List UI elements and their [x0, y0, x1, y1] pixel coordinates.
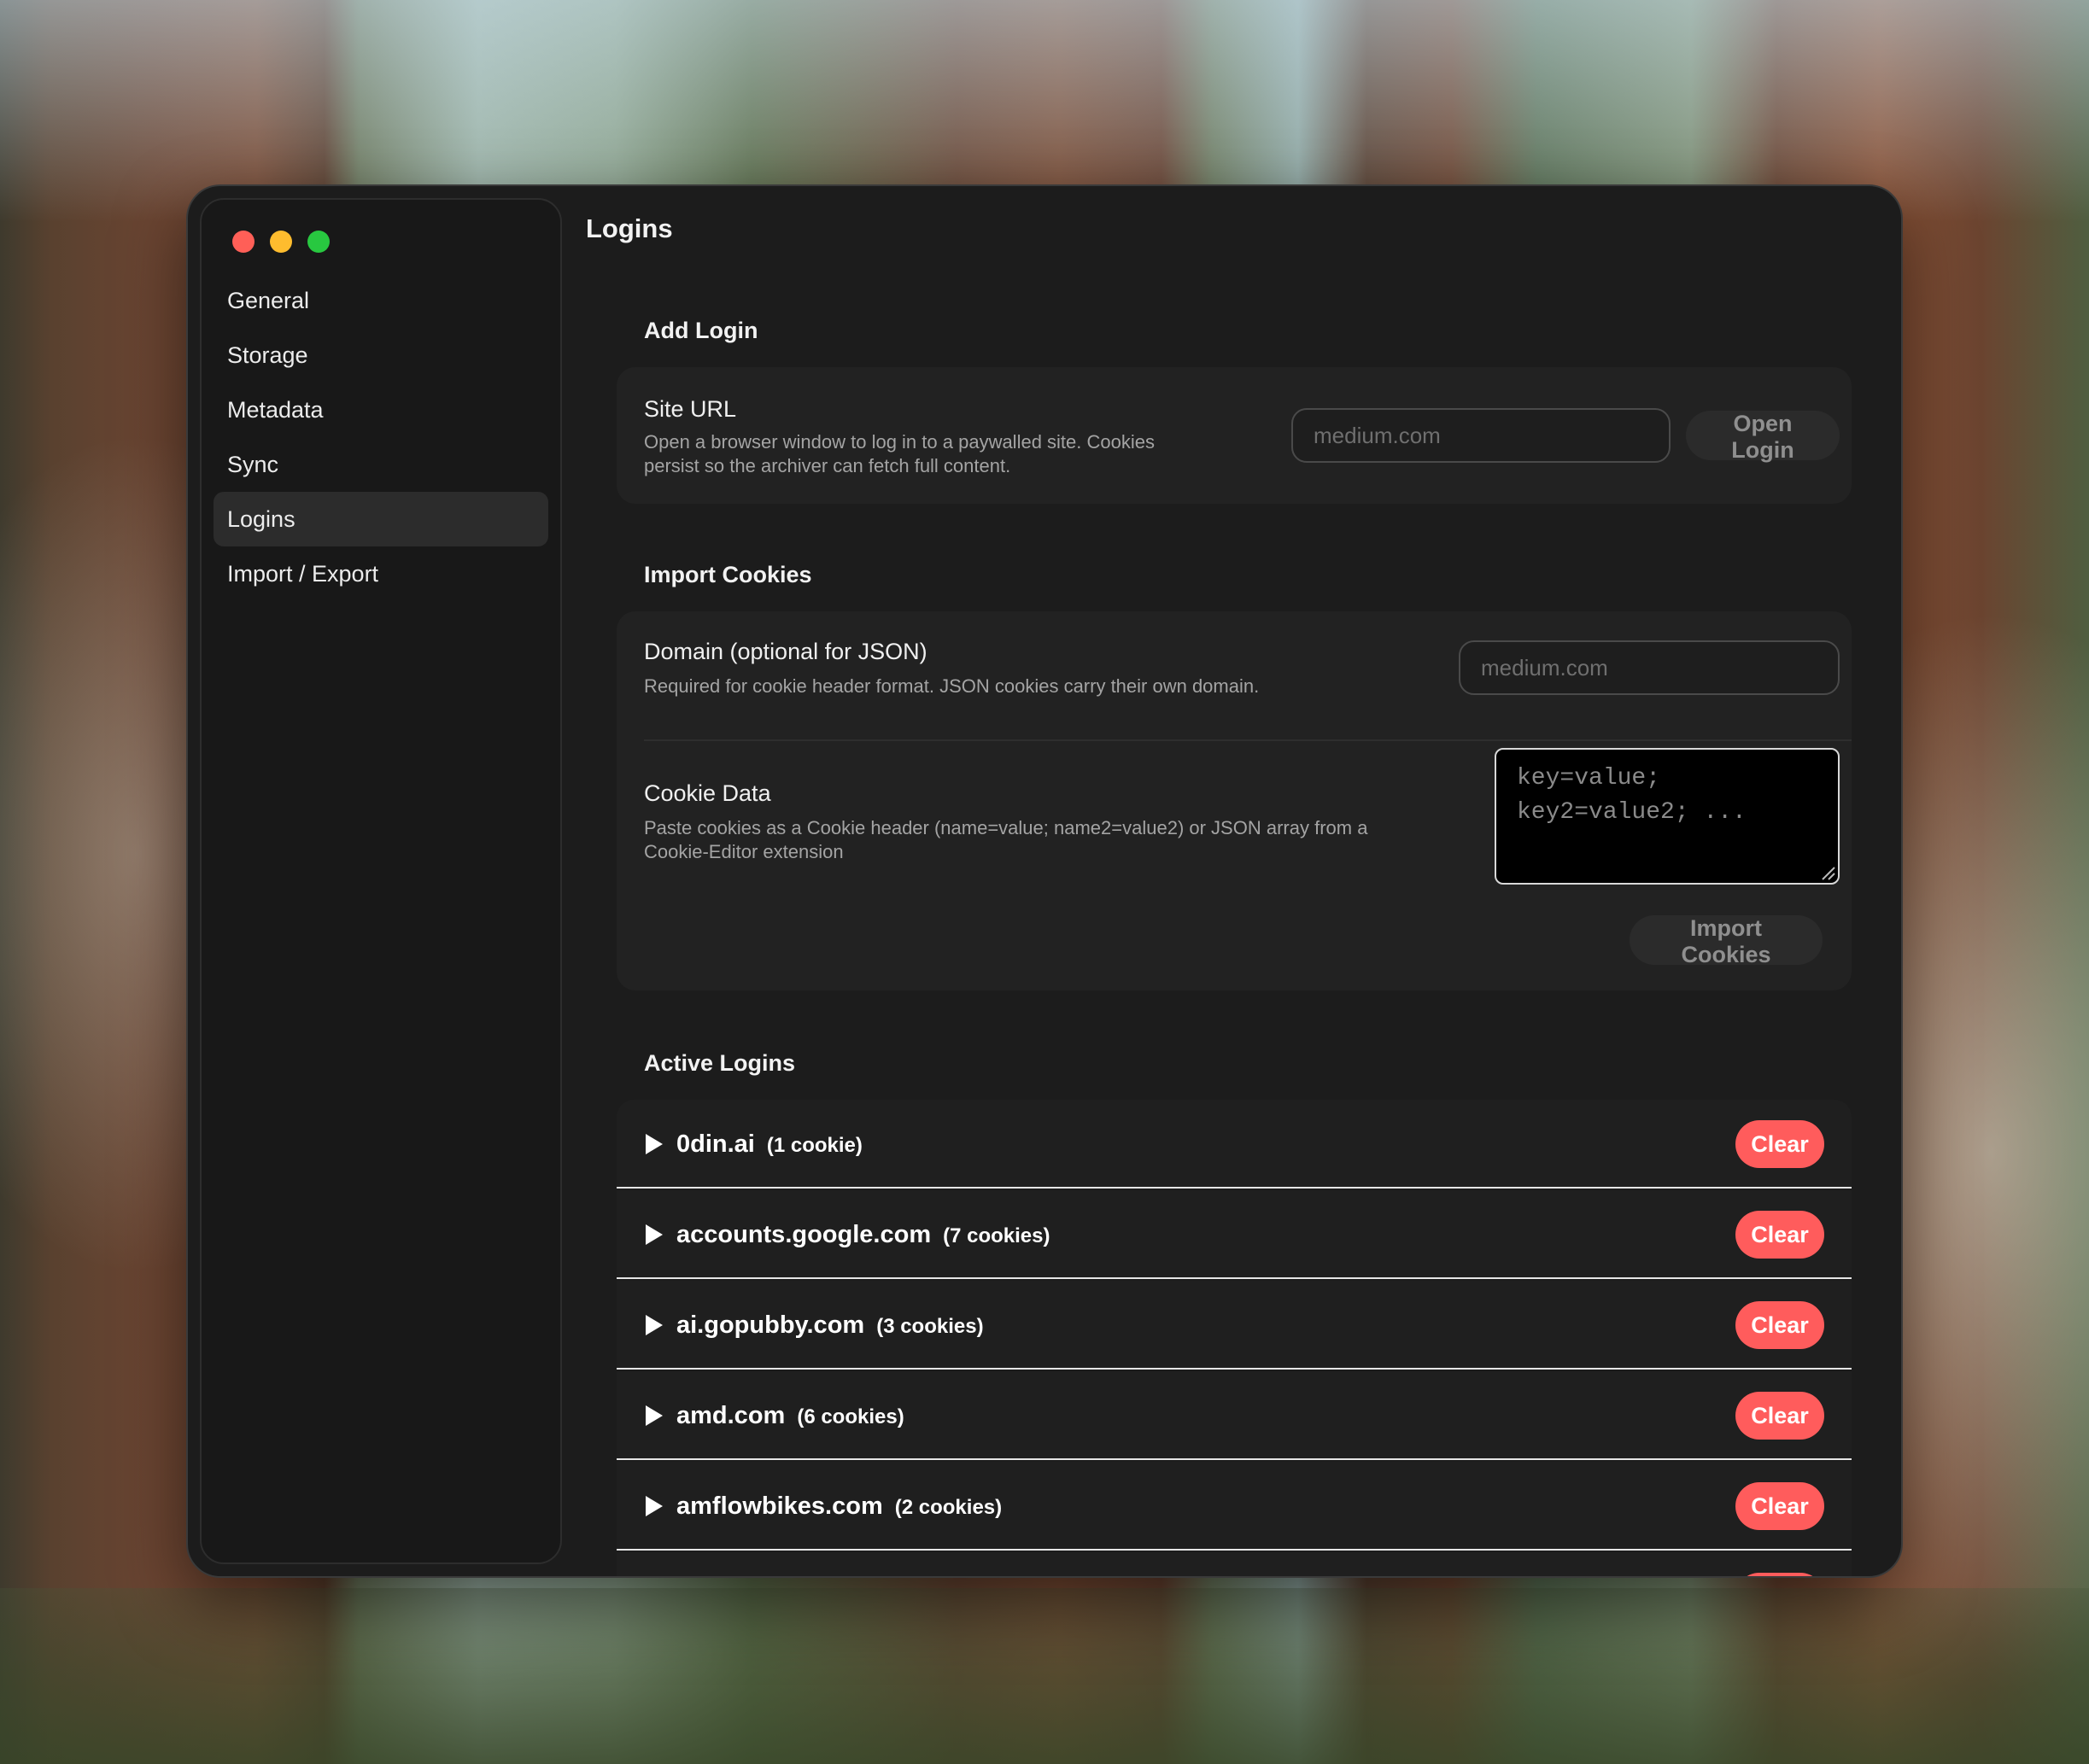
settings-window: General Storage Metadata Sync Logins Imp… — [186, 184, 1903, 1578]
clear-login-button[interactable]: Clear — [1735, 1392, 1824, 1440]
sidebar-item-logins[interactable]: Logins — [214, 492, 548, 546]
sidebar-item-storage[interactable]: Storage — [214, 328, 548, 383]
clear-login-button[interactable] — [1735, 1573, 1824, 1576]
active-logins-heading: Active Logins — [644, 1050, 796, 1076]
sidebar-nav: General Storage Metadata Sync Logins Imp… — [214, 273, 548, 601]
cookie-count: (2 cookies) — [894, 1496, 1003, 1519]
login-row[interactable]: 0din.ai (1 cookie) Clear — [617, 1100, 1852, 1189]
add-login-heading: Add Login — [644, 318, 758, 343]
login-row[interactable]: amd.com (6 cookies) Clear — [617, 1371, 1852, 1460]
cookie-data-textarea[interactable] — [1495, 748, 1840, 885]
domain-description: Required for cookie header format. JSON … — [644, 675, 1260, 697]
zoom-window-button[interactable] — [307, 231, 330, 253]
site-url-description-line-2: persist so the archiver can fetch full c… — [644, 455, 1011, 476]
login-domain-wrap: 0din.ai (1 cookie) — [676, 1130, 863, 1159]
disclosure-triangle-icon[interactable] — [646, 1496, 663, 1516]
disclosure-triangle-icon[interactable] — [646, 1405, 663, 1426]
cookie-count: (1 cookie) — [766, 1134, 863, 1157]
login-domain: accounts.google.com — [676, 1221, 932, 1248]
login-domain-wrap: ai.gopubby.com (3 cookies) — [676, 1311, 984, 1340]
add-login-card: Site URL Open a browser window to log in… — [617, 367, 1852, 504]
clear-login-button[interactable]: Clear — [1735, 1301, 1824, 1349]
card-divider — [644, 739, 1852, 741]
clear-login-button[interactable]: Clear — [1735, 1211, 1824, 1259]
clear-login-button[interactable]: Clear — [1735, 1120, 1824, 1168]
cookie-count: (7 cookies) — [943, 1224, 1050, 1247]
sidebar-item-sync[interactable]: Sync — [214, 437, 548, 492]
sidebar-item-general[interactable]: General — [214, 273, 548, 328]
import-cookies-card: Domain (optional for JSON) Required for … — [617, 611, 1852, 990]
resize-grip-icon[interactable] — [1819, 864, 1836, 881]
disclosure-triangle-icon[interactable] — [646, 1224, 663, 1245]
login-domain: 0din.ai — [676, 1130, 755, 1158]
close-window-button[interactable] — [232, 231, 255, 253]
import-cookies-heading: Import Cookies — [644, 562, 812, 587]
login-row[interactable]: amflowbikes.com (2 cookies) Clear — [617, 1462, 1852, 1551]
cookie-data-label: Cookie Data — [644, 780, 771, 806]
sidebar: General Storage Metadata Sync Logins Imp… — [200, 198, 562, 1564]
clear-login-button[interactable]: Clear — [1735, 1482, 1824, 1530]
login-domain: ai.gopubby.com — [676, 1311, 865, 1339]
login-row[interactable]: accounts.google.com (7 cookies) Clear — [617, 1190, 1852, 1279]
cookie-count: (3 cookies) — [876, 1315, 984, 1338]
domain-label: Domain (optional for JSON) — [644, 639, 927, 664]
open-login-button[interactable]: Open Login — [1686, 411, 1840, 463]
domain-input[interactable] — [1459, 640, 1840, 695]
login-domain-wrap: accounts.google.com (7 cookies) — [676, 1221, 1050, 1249]
site-url-input[interactable] — [1291, 408, 1671, 463]
login-row[interactable]: ai.gopubby.com (3 cookies) Clear — [617, 1281, 1852, 1370]
main-content: Logins Add Login Site URL Open a browser… — [562, 186, 1901, 1576]
login-row-partial[interactable] — [617, 1552, 1852, 1576]
import-cookies-button[interactable]: Import Cookies — [1630, 915, 1823, 967]
cookie-data-description-line-2: Cookie-Editor extension — [644, 841, 844, 862]
login-domain: amflowbikes.com — [676, 1492, 883, 1520]
login-domain-wrap: amd.com (6 cookies) — [676, 1402, 904, 1430]
cookie-data-description-line-1: Paste cookies as a Cookie header (name=v… — [644, 817, 1368, 838]
disclosure-triangle-icon[interactable] — [646, 1134, 663, 1154]
page-title: Logins — [586, 213, 673, 243]
cookie-count: (6 cookies) — [797, 1405, 904, 1428]
disclosure-triangle-icon[interactable] — [646, 1315, 663, 1335]
login-domain: amd.com — [676, 1402, 786, 1429]
login-domain-wrap: amflowbikes.com (2 cookies) — [676, 1492, 1002, 1521]
window-controls — [232, 231, 330, 253]
sidebar-item-metadata[interactable]: Metadata — [214, 383, 548, 437]
site-url-description-line-1: Open a browser window to log in to a pay… — [644, 431, 1155, 453]
sidebar-item-import-export[interactable]: Import / Export — [214, 546, 548, 601]
minimize-window-button[interactable] — [270, 231, 292, 253]
background-forest-floor — [0, 1588, 2089, 1764]
site-url-label: Site URL — [644, 396, 737, 422]
